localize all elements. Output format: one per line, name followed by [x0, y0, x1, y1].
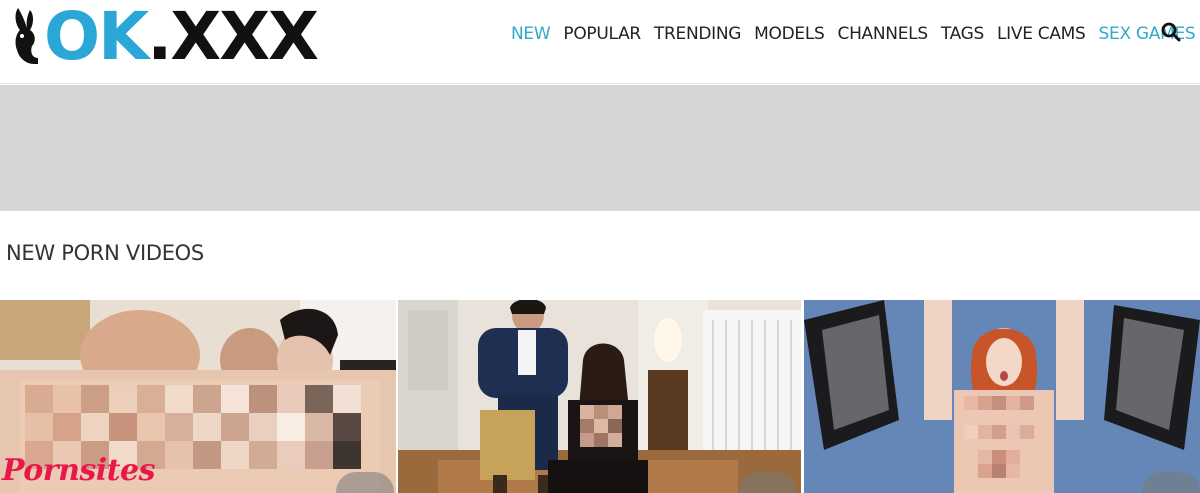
video-thumbnail[interactable]	[398, 300, 801, 493]
logo-suffix: .XXX	[147, 0, 319, 75]
video-thumbnail-image	[804, 300, 1200, 493]
watermark-text: Pornsites	[2, 453, 156, 488]
nav-item-new[interactable]: NEW	[511, 24, 551, 44]
play-badge	[1142, 472, 1200, 493]
video-thumbnail-image	[398, 300, 801, 493]
site-header: OK.XXX NEW POPULAR TRENDING MODELS CHANN…	[0, 0, 1200, 84]
logo-prefix: OK	[44, 0, 149, 75]
nav-item-live-cams[interactable]: LIVE CAMS	[997, 24, 1086, 44]
play-badge	[738, 472, 796, 493]
site-logo[interactable]: OK.XXX	[8, 0, 319, 75]
search-button[interactable]	[1160, 21, 1182, 43]
nav-item-trending[interactable]: TRENDING	[654, 24, 742, 44]
nav-item-models[interactable]: MODELS	[754, 24, 825, 44]
video-grid	[0, 300, 1200, 493]
ad-banner	[0, 85, 1200, 211]
logo-text: OK.XXX	[44, 0, 319, 75]
search-icon	[1161, 22, 1181, 42]
main-nav: NEW POPULAR TRENDING MODELS CHANNELS TAG…	[511, 20, 1200, 48]
video-thumbnail[interactable]	[804, 300, 1200, 493]
rabbit-logo-icon	[15, 8, 38, 64]
nav-item-popular[interactable]: POPULAR	[563, 24, 641, 44]
play-badge	[336, 472, 394, 493]
nav-item-channels[interactable]: CHANNELS	[838, 24, 929, 44]
section-title: NEW PORN VIDEOS	[6, 241, 204, 265]
nav-item-tags[interactable]: TAGS	[941, 24, 984, 44]
